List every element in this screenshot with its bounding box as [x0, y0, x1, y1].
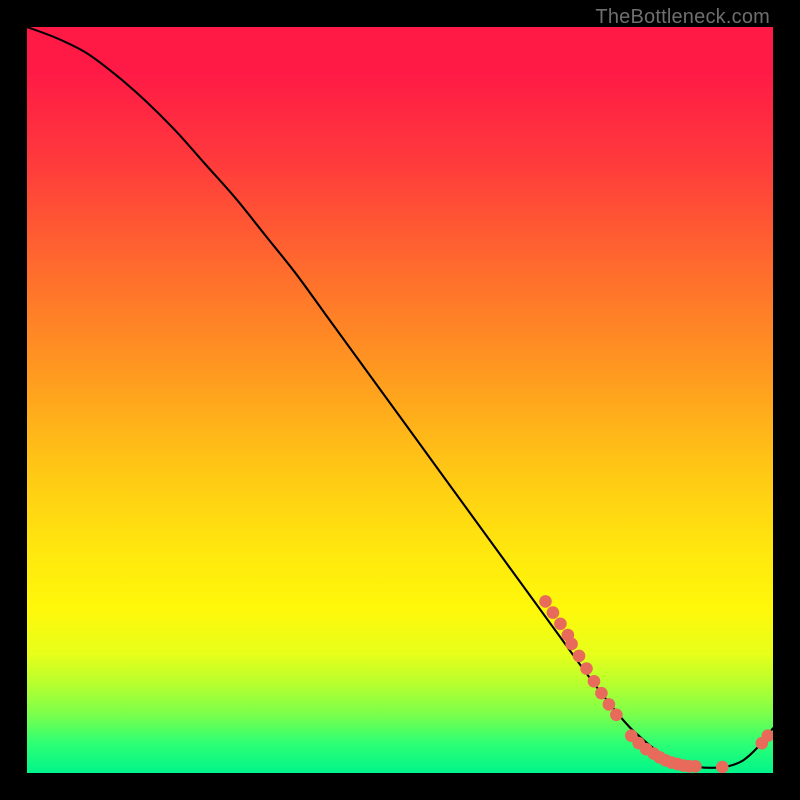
data-marker: [588, 675, 601, 688]
chart-stage: TheBottleneck.com: [0, 0, 800, 800]
chart-svg: [27, 27, 773, 773]
data-marker: [595, 687, 608, 700]
watermark-text: TheBottleneck.com: [595, 6, 770, 29]
data-marker: [554, 618, 567, 631]
data-marker: [603, 698, 616, 711]
data-marker: [716, 761, 729, 773]
data-marker: [547, 606, 560, 619]
data-marker: [689, 760, 702, 773]
data-marker: [565, 638, 578, 651]
data-marker: [573, 650, 586, 663]
data-markers: [539, 595, 773, 773]
plot-area: [27, 27, 773, 773]
bottleneck-curve: [27, 27, 773, 768]
data-marker: [580, 662, 593, 675]
data-marker: [539, 595, 552, 608]
data-marker: [610, 709, 623, 722]
